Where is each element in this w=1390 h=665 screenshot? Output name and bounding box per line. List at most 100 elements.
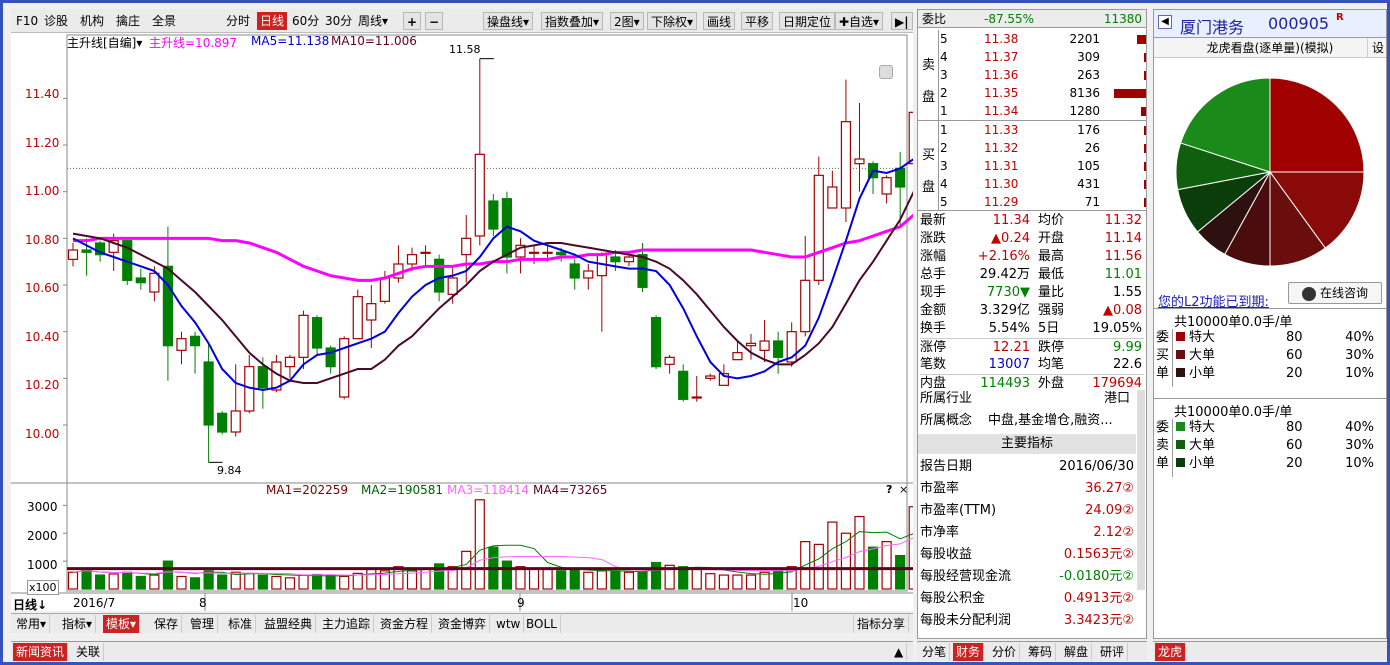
exright-dropdown[interactable]: 下除权▾	[647, 12, 698, 30]
indicator-value[interactable]: -0.0180元②	[1059, 568, 1134, 586]
price-tick: 10.00	[25, 427, 60, 441]
indicator-name: 主升线[自编]▾	[67, 36, 143, 50]
period-60min-tab[interactable]: 60分	[289, 12, 322, 30]
tab-manage[interactable]: 管理	[187, 615, 219, 633]
news-bar: 新闻资讯 关联 ▲	[11, 641, 913, 661]
order-count: 20	[1286, 366, 1303, 381]
tab-common[interactable]: 常用▾	[13, 615, 51, 633]
concept-value[interactable]: 中盘,基金增仓,融资...	[988, 412, 1113, 430]
indicator-value[interactable]: 0.4913元②	[1064, 590, 1134, 608]
volume-bar	[461, 550, 472, 590]
ask-row[interactable]: 5 11.38 2201	[940, 30, 1146, 48]
candle-body	[691, 396, 702, 399]
two-charts-dropdown[interactable]: 2图▾	[610, 12, 644, 30]
period-intraday-tab[interactable]: 分时	[223, 12, 253, 30]
bid-row[interactable]: 2 11.32 26	[940, 139, 1146, 157]
back-icon[interactable]: ◀	[1158, 15, 1172, 29]
volume-bar	[325, 575, 336, 590]
ask-row[interactable]: 1 11.34 1280	[940, 102, 1146, 120]
collapse-icon[interactable]: ▲	[891, 643, 908, 661]
candle-body	[217, 412, 228, 433]
tab-analysis[interactable]: 解盘	[1061, 643, 1093, 661]
bid-volume: 26	[1084, 141, 1100, 155]
zoom-out-button[interactable]: −	[425, 12, 444, 30]
industry-value[interactable]: 港口	[1104, 390, 1130, 408]
ask-volume-bar	[1144, 71, 1146, 80]
candle-body	[135, 277, 146, 284]
period-weekly-dropdown[interactable]: 周线▾	[355, 12, 391, 30]
pan-button[interactable]: 平移	[741, 12, 774, 30]
diagnose-button[interactable]: 诊股	[41, 12, 71, 30]
price-frame	[66, 34, 908, 484]
tab-boll[interactable]: BOLL	[523, 615, 561, 633]
candle-body	[745, 342, 757, 347]
caopan-line-dropdown[interactable]: 操盘线▾	[483, 12, 534, 30]
indicator-value[interactable]: 24.09②	[1085, 502, 1134, 520]
tab-yimeng-classic[interactable]: 益盟经典	[261, 615, 317, 633]
bid-price: 11.29	[984, 195, 1019, 209]
period-daily-tab[interactable]: 日线	[257, 12, 288, 30]
vol-tick: 3000	[27, 500, 58, 514]
indicator-value[interactable]: 2016/06/30	[1059, 458, 1134, 476]
qinzhuang-button[interactable]: 擒庄	[113, 12, 143, 30]
tab-chips[interactable]: 筹码	[1025, 643, 1057, 661]
bid-row[interactable]: 4 11.30 431	[940, 175, 1146, 193]
tab-dragon-tiger[interactable]: 龙虎	[1155, 643, 1187, 661]
vol-close-icon[interactable]: ×	[899, 483, 908, 496]
add-favorite-dropdown[interactable]: ✚自选▾	[835, 12, 884, 30]
stat-label: 最新	[920, 213, 947, 228]
indicator-value[interactable]: 36.27②	[1085, 480, 1134, 498]
candle-body	[759, 340, 770, 351]
indicator-selector[interactable]: 主升线[自编]▾	[67, 34, 142, 51]
volume-bar	[352, 572, 363, 590]
index-overlay-dropdown[interactable]: 指数叠加▾	[541, 12, 604, 30]
tab-standard[interactable]: 标准	[225, 615, 257, 633]
kline-chart[interactable]: 主升线[自编]▾ 主升线=10.897 MA5=11.138 MA10=11.0…	[11, 33, 913, 613]
panorama-button[interactable]: 全景	[149, 12, 179, 30]
tab-price-dist[interactable]: 分价	[989, 643, 1021, 661]
tab-finance[interactable]: 财务	[953, 643, 985, 661]
indicator-label: 每股收益	[920, 547, 973, 562]
indicator-value[interactable]: 0.1563元②	[1064, 546, 1134, 564]
period-selector[interactable]: 日线↓	[13, 596, 47, 613]
online-consult-button[interactable]: 在线咨询	[1288, 282, 1382, 304]
next-page-button[interactable]: ▶|	[891, 12, 913, 30]
ask-row[interactable]: 2 11.35 8136	[940, 84, 1146, 102]
institution-button[interactable]: 机构	[77, 12, 107, 30]
block-divider	[1172, 419, 1173, 477]
tab-related[interactable]: 关联	[73, 643, 105, 661]
settings-button[interactable]: 设	[1366, 38, 1384, 58]
volume-bar	[217, 574, 228, 590]
buy-order-block: 共10000单0.0手/单 委买单 特大 80 40% 大单 60 30% 小单 20 10%	[1154, 308, 1386, 396]
tab-main-force[interactable]: 主力追踪	[319, 615, 375, 633]
tab-news[interactable]: 新闻资讯	[13, 643, 69, 661]
scrollbar[interactable]	[1137, 390, 1145, 590]
bid-level: 1	[940, 123, 948, 137]
tab-fund-game[interactable]: 资金博弈	[435, 615, 491, 633]
ask-price: 11.35	[984, 86, 1019, 100]
tab-save[interactable]: 保存	[151, 615, 183, 633]
bid-row[interactable]: 5 11.29 71	[940, 193, 1146, 211]
stat-value: 22.6	[1113, 357, 1142, 372]
stat-label: 5日	[1038, 321, 1060, 336]
period-30min-tab[interactable]: 30分	[322, 12, 355, 30]
indicator-value[interactable]: 3.3423元②	[1064, 612, 1134, 630]
tab-template[interactable]: 模板▾	[103, 615, 141, 633]
tab-research[interactable]: 研评	[1097, 643, 1129, 661]
bid-row[interactable]: 1 11.33 176	[940, 121, 1146, 139]
indicator-value[interactable]: 2.12②	[1093, 524, 1134, 542]
lock-icon[interactable]	[879, 65, 893, 79]
bid-row[interactable]: 3 11.31 105	[940, 157, 1146, 175]
vol-help-icon[interactable]: ?	[886, 483, 892, 496]
zoom-in-button[interactable]: +	[403, 12, 422, 30]
tab-indicator-share[interactable]: 指标分享	[853, 615, 910, 633]
tab-wtw[interactable]: wtw	[493, 615, 525, 633]
draw-line-button[interactable]: 画线	[703, 12, 736, 30]
ask-row[interactable]: 4 11.37 309	[940, 48, 1146, 66]
tab-indicator[interactable]: 指标▾	[59, 615, 97, 633]
f10-button[interactable]: F10	[13, 12, 41, 30]
tab-fund-equation[interactable]: 资金方程	[377, 615, 433, 633]
date-locate-button[interactable]: 日期定位	[779, 12, 836, 30]
tab-ticks[interactable]: 分笔	[919, 643, 951, 661]
ask-row[interactable]: 3 11.36 263	[940, 66, 1146, 84]
